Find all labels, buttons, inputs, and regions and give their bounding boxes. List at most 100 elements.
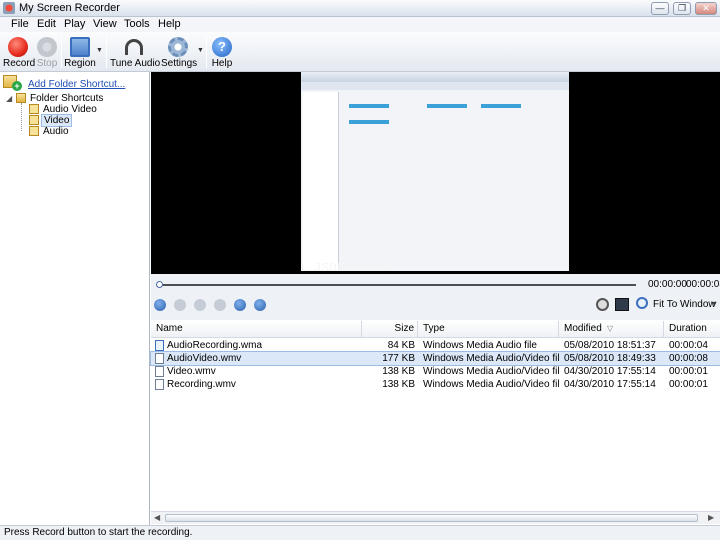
column-type[interactable]: Type — [418, 321, 559, 337]
stop-icon — [37, 37, 57, 57]
folder-link-icon — [29, 104, 39, 114]
cell-duration: 00:00:04 — [669, 340, 708, 351]
toolbar-separator — [106, 36, 107, 68]
close-button[interactable]: ✕ — [695, 2, 717, 15]
video-file-icon — [155, 366, 164, 377]
settings-dropdown-arrow[interactable]: ▼ — [197, 47, 204, 54]
menu-view[interactable]: View — [93, 18, 117, 30]
rewind-button[interactable] — [234, 299, 246, 311]
zoom-select[interactable]: Fit To Window — [653, 299, 716, 310]
cell-type: Windows Media Audio/Video file — [423, 379, 559, 390]
settings-button[interactable]: Settings — [161, 32, 197, 72]
app-icon — [3, 2, 15, 14]
add-folder-icon: + — [3, 73, 23, 91]
scrollbar-thumb[interactable] — [165, 514, 698, 522]
cell-modified: 04/30/2010 17:55:14 — [564, 366, 656, 377]
file-list: AudioRecording.wma 84 KB Windows Media Aud… — [150, 339, 720, 509]
preview-frame-thumbnail — [301, 72, 569, 271]
cell-name: Video.wmv — [167, 366, 216, 377]
video-file-icon — [155, 379, 164, 390]
region-button[interactable]: Region — [64, 32, 96, 72]
fullscreen-icon[interactable] — [615, 298, 629, 311]
title-bar: My Screen Recorder — ❐ ✕ — [0, 0, 720, 17]
maximize-button[interactable]: ❐ — [673, 2, 691, 15]
watermark-text: JSOFTJ.COM — [314, 261, 392, 275]
toolbar-separator — [206, 36, 207, 68]
tree-item-audio[interactable]: Audio — [43, 126, 69, 137]
cell-name: AudioVideo.wmv — [167, 353, 242, 364]
audio-file-icon — [155, 340, 164, 351]
cell-duration: 00:00:01 — [669, 366, 708, 377]
cell-size: 84 KB — [387, 340, 415, 351]
snapshot-icon[interactable] — [596, 298, 609, 311]
column-size[interactable]: Size — [362, 321, 418, 337]
playback-controls — [151, 274, 720, 320]
menu-tools[interactable]: Tools — [124, 18, 150, 30]
folder-link-icon — [29, 126, 39, 136]
tree-collapse-toggle[interactable]: ◢ — [6, 94, 12, 103]
cell-type: Windows Media Audio/Video file — [423, 353, 559, 364]
fast-forward-button[interactable] — [254, 299, 266, 311]
cell-type: Windows Media Audio file — [423, 340, 537, 351]
current-time: 00:00:00 — [648, 279, 687, 290]
tree-line — [21, 103, 22, 131]
cell-duration: 00:00:01 — [669, 379, 708, 390]
scroll-right-arrow[interactable]: ▶ — [708, 513, 714, 522]
sort-descending-icon: ▽ — [607, 324, 614, 333]
stop-playback-button[interactable] — [174, 299, 186, 311]
tune-audio-button[interactable]: Tune Audio — [110, 32, 160, 72]
minimize-button[interactable]: — — [651, 2, 669, 15]
menu-play[interactable]: Play — [64, 18, 85, 30]
menu-edit[interactable]: Edit — [37, 18, 56, 30]
tree-root-folder-shortcuts[interactable]: Folder Shortcuts — [30, 93, 103, 104]
table-row[interactable]: AudioVideo.wmv 177 KB Windows Media Audio/… — [150, 351, 720, 366]
seek-thumb[interactable] — [156, 281, 163, 288]
table-row[interactable]: Recording.wmv 138 KB Windows Media Audio/V… — [151, 378, 720, 391]
toolbar-separator — [61, 36, 62, 68]
next-button[interactable] — [214, 299, 226, 311]
record-icon — [8, 37, 28, 57]
status-text: Press Record button to start the recordi… — [4, 527, 193, 538]
table-row[interactable]: Video.wmv 138 KB Windows Media Audio/Video… — [151, 365, 720, 378]
table-row[interactable]: AudioRecording.wma 84 KB Windows Media Aud… — [151, 339, 720, 352]
gear-icon — [168, 37, 188, 57]
cell-name: AudioRecording.wma — [167, 340, 263, 351]
region-icon — [70, 37, 90, 57]
folder-link-icon — [29, 115, 39, 125]
toolbar: Record Stop Region ▼ Tune Audio Settings… — [0, 32, 720, 72]
column-duration[interactable]: Duration — [664, 321, 720, 337]
scroll-left-arrow[interactable]: ◀ — [154, 513, 160, 522]
cell-type: Windows Media Audio/Video file — [423, 366, 559, 377]
cell-modified: 04/30/2010 17:55:14 — [564, 379, 656, 390]
zoom-icon[interactable] — [636, 297, 648, 309]
menu-bar: File Edit Play View Tools Help — [0, 17, 720, 32]
cell-size: 138 KB — [382, 366, 415, 377]
cell-duration: 00:00:08 — [669, 353, 708, 364]
menu-file[interactable]: File — [11, 18, 29, 30]
stop-button[interactable]: Stop — [35, 32, 59, 72]
table-header: Name Size Type Modified ▽ Duration — [151, 321, 720, 338]
status-bar: Press Record button to start the recordi… — [0, 525, 720, 540]
column-name[interactable]: Name — [151, 321, 362, 337]
add-folder-shortcut-link[interactable]: Add Folder Shortcut... — [28, 79, 125, 90]
cell-size: 138 KB — [382, 379, 415, 390]
record-button[interactable]: Record — [3, 32, 35, 72]
cell-modified: 05/08/2010 18:51:37 — [564, 340, 656, 351]
zoom-dropdown-arrow[interactable]: ▼ — [711, 301, 718, 308]
folder-icon — [16, 93, 26, 103]
cell-size: 177 KB — [382, 353, 415, 364]
previous-button[interactable] — [194, 299, 206, 311]
play-button[interactable] — [154, 299, 166, 311]
window-title: My Screen Recorder — [19, 2, 120, 14]
cell-name: Recording.wmv — [167, 379, 236, 390]
video-file-icon — [155, 353, 164, 364]
menu-help[interactable]: Help — [158, 18, 181, 30]
cell-modified: 05/08/2010 18:49:33 — [564, 353, 656, 364]
help-button[interactable]: ? Help — [210, 32, 234, 72]
seek-track[interactable] — [158, 284, 636, 286]
horizontal-scrollbar[interactable]: ◀ ▶ — [151, 511, 720, 524]
total-time: 00:00:08 — [686, 279, 720, 290]
region-dropdown-arrow[interactable]: ▼ — [96, 47, 103, 54]
folder-tree-pane: + Add Folder Shortcut... ◢ Folder Shortc… — [0, 72, 150, 525]
help-icon: ? — [212, 37, 232, 57]
